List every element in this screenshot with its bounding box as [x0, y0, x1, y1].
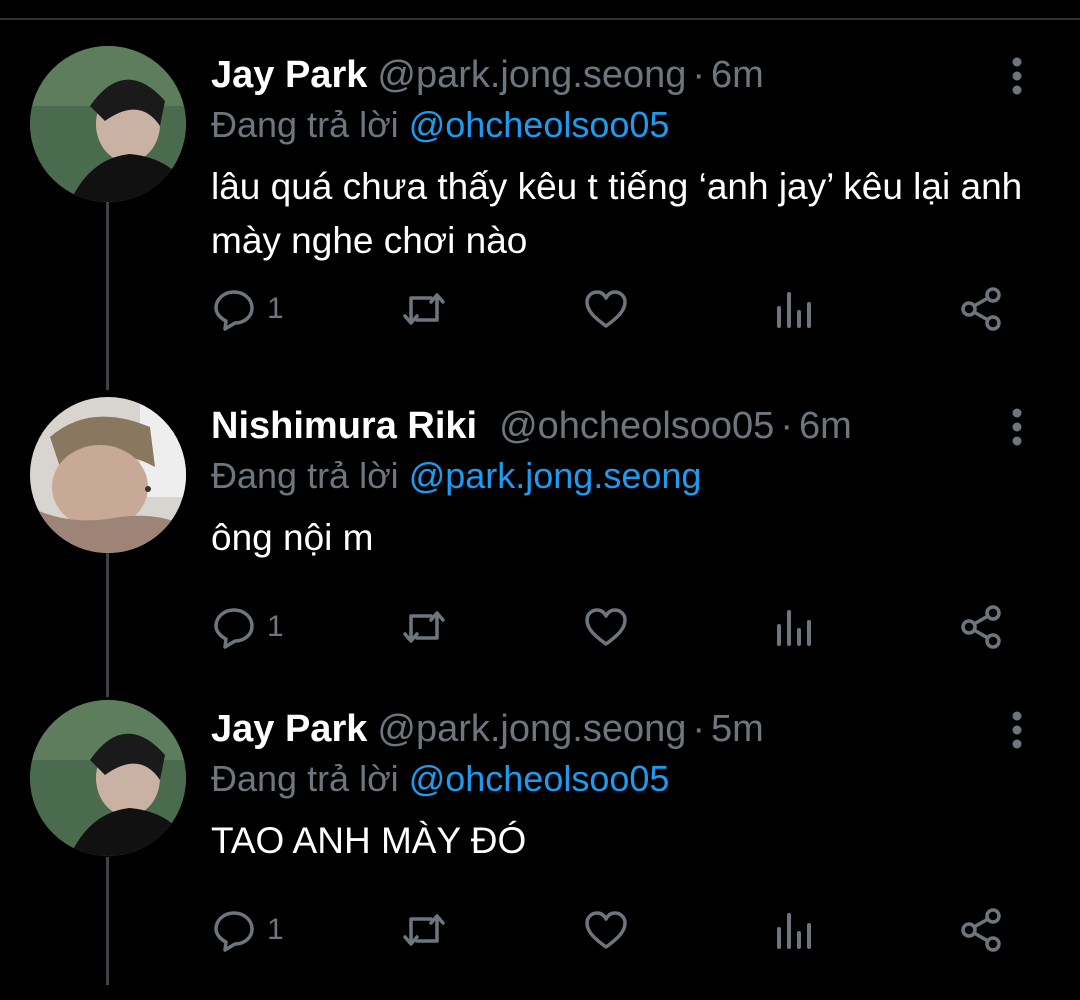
action-bar: 1: [211, 602, 1041, 652]
like-button[interactable]: [583, 284, 629, 334]
reply-count: 1: [267, 913, 284, 946]
like-button[interactable]: [583, 905, 629, 955]
action-bar: 1: [211, 284, 1041, 334]
tweet-header: Jay Park @park.jong.seong · 5m: [211, 706, 764, 752]
like-icon: [585, 911, 627, 949]
display-name[interactable]: Nishimura Riki: [211, 405, 477, 447]
reply-count: 1: [267, 292, 284, 325]
replying-to: Đang trả lời @ohcheolsoo05: [211, 102, 669, 148]
analytics-icon: [777, 292, 811, 328]
user-handle[interactable]: @ohcheolsoo05: [499, 405, 774, 447]
avatar[interactable]: [30, 46, 186, 202]
like-icon: [585, 290, 627, 328]
tweet[interactable]: Jay Park @park.jong.seong · 6m Đang trả lời…: [0, 46, 1080, 346]
display-name[interactable]: Jay Park: [211, 708, 367, 750]
more-icon: [1012, 408, 1022, 446]
share-button[interactable]: [959, 602, 1005, 652]
replying-to: Đang trả lời @ohcheolsoo05: [211, 756, 669, 802]
reply-button[interactable]: 1: [211, 905, 284, 955]
tweet-text: ông nội m: [211, 517, 374, 558]
more-options-button[interactable]: [1004, 56, 1030, 96]
reply-icon: [214, 290, 254, 331]
analytics-button[interactable]: [773, 602, 819, 652]
avatar[interactable]: [30, 397, 186, 553]
retweet-icon: [403, 611, 445, 643]
like-button[interactable]: [583, 602, 629, 652]
action-bar: 1: [211, 905, 1041, 955]
share-icon: [961, 287, 1001, 331]
replying-prefix: Đang trả lời: [211, 104, 399, 145]
retweet-icon: [403, 293, 445, 325]
timestamp[interactable]: 5m: [711, 708, 764, 750]
share-icon: [961, 908, 1001, 952]
retweet-button[interactable]: [401, 284, 447, 334]
user-handle[interactable]: @park.jong.seong: [377, 54, 686, 96]
share-button[interactable]: [959, 284, 1005, 334]
display-name[interactable]: Jay Park: [211, 54, 367, 96]
reply-icon: [214, 911, 254, 952]
replying-to: Đang trả lời @park.jong.seong: [211, 453, 701, 499]
separator-dot: ·: [692, 708, 706, 750]
mention-link[interactable]: @park.jong.seong: [409, 455, 702, 496]
retweet-button[interactable]: [401, 602, 447, 652]
analytics-button[interactable]: [773, 905, 819, 955]
like-icon: [585, 608, 627, 646]
more-icon: [1012, 711, 1022, 749]
avatar[interactable]: [30, 700, 186, 856]
reply-button[interactable]: 1: [211, 284, 284, 334]
top-divider: [0, 18, 1080, 20]
tweet-text: lâu quá chưa thấy kêu t tiếng ‘anh jay’ …: [211, 166, 1023, 261]
tweet-text: TAO ANH MÀY ĐÓ: [211, 820, 527, 861]
analytics-icon: [777, 913, 811, 949]
tweet[interactable]: Nishimura Riki @ohcheolsoo05 · 6m Đang trả …: [0, 397, 1080, 697]
timestamp[interactable]: 6m: [711, 54, 764, 96]
reply-button[interactable]: 1: [211, 602, 284, 652]
mention-link[interactable]: @ohcheolsoo05: [409, 758, 670, 799]
mention-link[interactable]: @ohcheolsoo05: [409, 104, 670, 145]
separator-dot: ·: [692, 54, 706, 96]
timestamp[interactable]: 6m: [799, 405, 852, 447]
reply-count: 1: [267, 610, 284, 643]
analytics-button[interactable]: [773, 284, 819, 334]
reply-icon: [214, 608, 254, 649]
avatar-image: [30, 46, 186, 202]
tweet-header: Nishimura Riki @ohcheolsoo05 · 6m: [211, 403, 852, 449]
replying-prefix: Đang trả lời: [211, 758, 399, 799]
analytics-icon: [777, 610, 811, 646]
tweet-header: Jay Park @park.jong.seong · 6m: [211, 52, 764, 98]
replying-prefix: Đang trả lời: [211, 455, 399, 496]
user-handle[interactable]: @park.jong.seong: [377, 708, 686, 750]
more-icon: [1012, 57, 1022, 95]
retweet-icon: [403, 914, 445, 946]
avatar-image: [30, 700, 186, 856]
avatar-image: [30, 397, 186, 553]
separator-dot: ·: [780, 405, 793, 447]
more-options-button[interactable]: [1004, 710, 1030, 750]
share-icon: [961, 605, 1001, 649]
retweet-button[interactable]: [401, 905, 447, 955]
tweet[interactable]: Jay Park @park.jong.seong · 5m Đang trả lời…: [0, 700, 1080, 1000]
share-button[interactable]: [959, 905, 1005, 955]
more-options-button[interactable]: [1004, 407, 1030, 447]
